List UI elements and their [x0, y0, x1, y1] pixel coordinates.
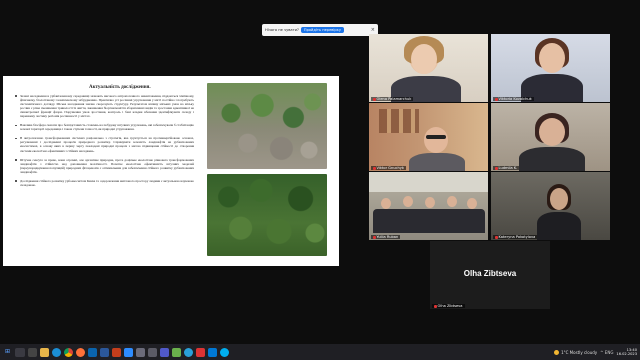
slide-bullet: Зелені насадження в урбанізованому серед… [15, 94, 194, 118]
participant-face [447, 196, 457, 207]
classroom-window [369, 172, 488, 192]
task-view-icon[interactable] [28, 347, 37, 357]
participant-name: Olha Zibtseva [437, 304, 463, 308]
participant-face [550, 188, 568, 210]
taskbar-pinned-apps: ⊞ [3, 347, 229, 357]
participant-name-label: Viktoria Kovalchuk [493, 97, 534, 101]
store-icon[interactable] [136, 347, 145, 357]
participant-video-tile[interactable]: Kateryna Pokotylova [491, 172, 610, 240]
mic-muted-icon [495, 166, 498, 170]
file-explorer-icon[interactable] [40, 347, 49, 357]
participant-face [539, 118, 565, 146]
close-icon[interactable]: × [371, 27, 375, 33]
participant-body [519, 147, 585, 171]
firefox-icon[interactable] [76, 347, 85, 357]
clock-date: 16.02.2023 [616, 352, 637, 356]
participant-face [539, 43, 565, 73]
mic-check-question: Нічого не чувати? [265, 28, 299, 32]
photos-icon[interactable] [172, 347, 181, 357]
pdf-icon[interactable] [196, 347, 205, 357]
participant-name-label: Kateryna Pokotylova [493, 235, 538, 239]
shrub-planting-photo [207, 174, 327, 256]
participant-video-tile[interactable]: Ludmila K. [491, 103, 610, 171]
participant-name-label: Yuliia Ruban [371, 235, 401, 239]
participant-face [425, 197, 435, 208]
weather-text: 1°C Mostly cloudy [561, 349, 598, 355]
participant-video-tile[interactable]: Viktor Gnuchyk [369, 103, 488, 171]
participant-face [411, 44, 437, 74]
powerpoint-icon[interactable] [112, 347, 121, 357]
mic-muted-icon [373, 235, 376, 239]
taskbar-clock[interactable]: 13:40 16.02.2023 [616, 348, 637, 357]
participant-video-tile[interactable]: Viktoria Kovalchuk [491, 34, 610, 102]
mic-check-button[interactable]: Пройдіть перевірку [300, 27, 344, 33]
rock-garden-photo [207, 83, 327, 169]
participant-video-tile[interactable]: Olena Palamarchuk [369, 34, 488, 102]
slide-bullet: Штучне сексуте за право, вони огромні, а… [15, 158, 194, 174]
participant-name: Viktoria Kovalchuk [498, 97, 532, 101]
participant-video-tile[interactable]: Yuliia Ruban [369, 172, 488, 240]
slide-bullet: Дослідження стійкого розвитку урбоекосис… [15, 179, 194, 187]
participant-body [409, 153, 465, 171]
wall-icons-decoration [379, 109, 419, 133]
participant-name: Olena Palamarchuk [376, 97, 412, 101]
mic-check-prompt: Нічого не чувати? Пройдіть перевірку × [262, 24, 378, 36]
participant-name: Yuliia Ruban [376, 235, 399, 239]
system-tray: 1°C Mostly cloudy ^ ENG 13:40 16.02.2023 [554, 348, 637, 357]
settings-icon[interactable] [148, 347, 157, 357]
participant-name-label: Viktor Gnuchyk [371, 166, 406, 170]
students-group [373, 209, 485, 233]
participant-glasses [426, 135, 446, 139]
participant-name: Kateryna Pokotylova [498, 235, 536, 239]
participant-name: Viktor Gnuchyk [376, 166, 405, 170]
participant-face [467, 198, 477, 209]
participant-face [403, 196, 413, 207]
tray-language[interactable]: ^ ENG [600, 350, 613, 355]
windows-taskbar: ⊞ 1°C Mostly cloudy ^ ENG 13:40 16.02.20… [0, 344, 640, 360]
participant-name: Ludmila K. [498, 166, 518, 170]
slide-bullet-list: Зелені насадження в урбанізованому серед… [15, 94, 194, 192]
vs-code-icon[interactable] [208, 347, 217, 357]
search-icon[interactable] [15, 347, 25, 357]
participant-name-label: Ludmila K. [493, 166, 520, 170]
slide-title: Актуальність дослідження. [89, 85, 151, 90]
word-icon[interactable] [100, 347, 109, 357]
telegram-icon[interactable] [184, 347, 193, 357]
mic-muted-icon [373, 166, 376, 170]
participant-display-name: Olha Zibtseva [463, 269, 517, 278]
zoom-icon[interactable] [124, 347, 133, 357]
mic-muted-icon [434, 304, 437, 308]
participant-name-label: Olha Zibtseva [432, 304, 465, 308]
weather-widget[interactable]: 1°C Mostly cloudy [554, 349, 598, 355]
mic-muted-icon [373, 97, 376, 101]
chrome-icon[interactable] [64, 347, 73, 357]
skype-icon[interactable] [220, 347, 229, 357]
teams-icon[interactable] [160, 347, 169, 357]
mic-muted-icon [495, 97, 498, 101]
weather-sun-icon [554, 349, 560, 355]
participant-name-label: Olena Palamarchuk [371, 97, 414, 101]
slide-bullet: Важлива біосфера сказати про безпідставн… [15, 123, 194, 131]
edge-icon[interactable] [52, 347, 61, 357]
mail-icon[interactable] [88, 347, 97, 357]
slide-bullet: В антропогенно трансформованих системах … [15, 136, 194, 153]
participant-name-only-tile[interactable]: Olha Zibtseva Olha Zibtseva [430, 241, 550, 309]
participant-body [537, 212, 581, 240]
mic-muted-icon [495, 235, 498, 239]
participant-face [381, 198, 391, 209]
windows-logo-icon[interactable]: ⊞ [3, 347, 12, 357]
participant-face [424, 127, 448, 153]
meeting-window: Нічого не чувати? Пройдіть перевірку × А… [0, 0, 640, 360]
shared-presentation-slide: Актуальність дослідження. Зелені насадже… [3, 76, 339, 266]
